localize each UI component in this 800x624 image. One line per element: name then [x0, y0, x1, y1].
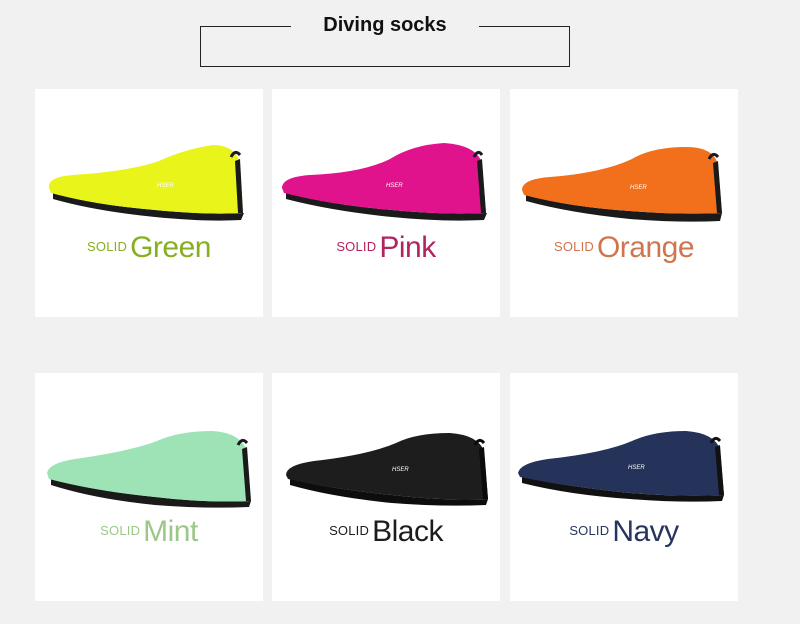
product-label: SOLID Mint: [35, 515, 263, 549]
product-card-black[interactable]: HSER SOLID Black: [272, 373, 500, 601]
sock-icon: HSER: [48, 145, 244, 221]
product-label: SOLID Pink: [272, 231, 500, 265]
product-label: SOLID Green: [35, 231, 263, 265]
product-card-mint[interactable]: SOLID Mint: [35, 373, 263, 601]
color-name: Black: [372, 515, 443, 548]
sock-icon: HSER: [522, 147, 722, 222]
color-name: Green: [130, 231, 211, 264]
svg-text:HSER: HSER: [392, 467, 409, 473]
sock-icon: HSER: [286, 433, 488, 506]
solid-text: SOLID: [87, 239, 128, 254]
sock-icon: [47, 431, 251, 508]
product-label: SOLID Black: [272, 515, 500, 549]
solid-text: SOLID: [569, 523, 610, 538]
page-title: Diving socks: [323, 14, 447, 36]
sock-icon: HSER: [282, 143, 487, 221]
product-card-navy[interactable]: HSER SOLID Navy: [510, 373, 738, 601]
product-card-orange[interactable]: HSER SOLID Orange: [510, 89, 738, 317]
color-name: Orange: [596, 231, 695, 264]
svg-text:HSER: HSER: [386, 183, 403, 189]
color-name: Pink: [379, 231, 436, 264]
product-card-green[interactable]: HSER SOLID Green: [35, 89, 263, 317]
solid-text: SOLID: [100, 523, 141, 538]
color-name: Mint: [143, 515, 198, 548]
svg-text:HSER: HSER: [630, 185, 647, 191]
section-header: Diving socks: [200, 14, 570, 67]
svg-text:HSER: HSER: [157, 183, 174, 189]
product-card-pink[interactable]: HSER SOLID Pink: [272, 89, 500, 317]
solid-text: SOLID: [336, 239, 377, 254]
solid-text: SOLID: [553, 239, 594, 254]
product-label: SOLID Orange: [510, 231, 738, 265]
product-label: SOLID Navy: [510, 515, 738, 549]
color-name: Navy: [612, 515, 679, 548]
solid-text: SOLID: [329, 523, 370, 538]
svg-text:HSER: HSER: [628, 465, 645, 471]
sock-icon: HSER: [518, 431, 724, 502]
